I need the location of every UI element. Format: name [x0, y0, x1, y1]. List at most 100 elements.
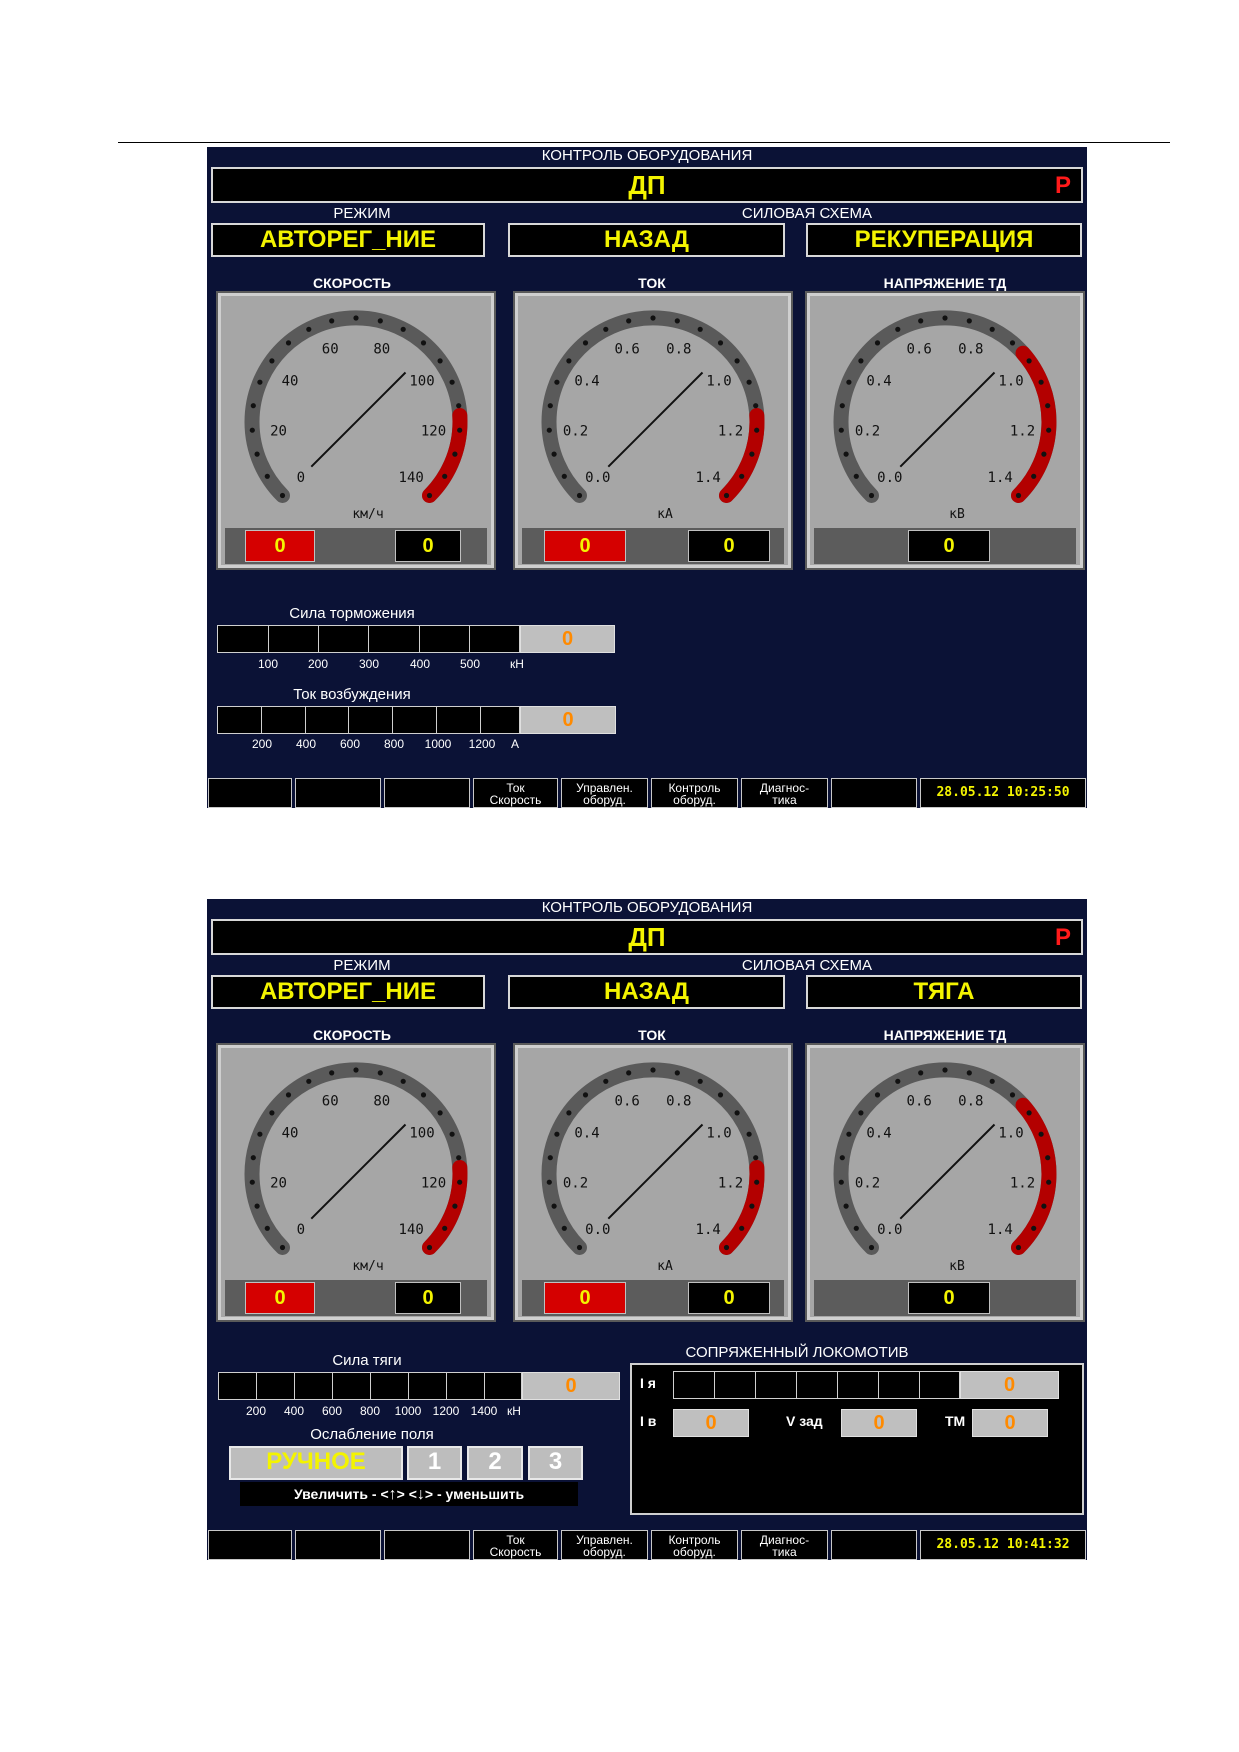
current-readout-set: 0: [688, 1282, 770, 1314]
scale-tick: 1000: [394, 1404, 422, 1418]
dial-tick: [257, 1131, 263, 1137]
clock: 28.05.12 10:41:32: [920, 1530, 1086, 1560]
current-dial: 0.0 0.2 0.4 0.6 0.8 1.0 1.2 1.4 кА: [541, 1062, 765, 1274]
equipment-control-button[interactable]: Управлен. оборуд.: [561, 1530, 648, 1560]
coupled-tm-label: ТМ: [945, 1413, 966, 1429]
voltage-dial: 0.0 0.2 0.4 0.6 0.8 1.0 1.2 1.4 кВ: [833, 1062, 1057, 1274]
dial-tick-label: 0.8: [666, 341, 691, 357]
dial-tick-label: 1.0: [706, 374, 731, 390]
dial-tick-label: 0.0: [585, 470, 610, 486]
dial-tick: [426, 492, 433, 499]
f8-button[interactable]: [831, 1530, 917, 1560]
scale-unit: кН: [507, 1404, 521, 1418]
meter-cell: [919, 1371, 960, 1399]
dial-tick: [753, 1155, 759, 1161]
dial-tick: [582, 1092, 589, 1098]
current-speed-button[interactable]: Ток Скорость: [473, 778, 558, 808]
speed-gauge-label: СКОРОСТЬ: [313, 275, 391, 291]
dial-tick-label: 0.6: [907, 1093, 932, 1109]
banner-flag: Р: [1054, 924, 1071, 951]
dial-tick: [306, 1078, 312, 1084]
dial-tick: [1038, 1131, 1044, 1137]
scale-tick: 800: [383, 737, 405, 751]
current-speed-button[interactable]: Ток Скорость: [473, 1530, 558, 1560]
field-mode-manual[interactable]: РУЧНОЕ: [229, 1446, 403, 1480]
f2-button[interactable]: [295, 778, 381, 808]
dial-tick: [1031, 473, 1037, 479]
equipment-control-button[interactable]: Управлен. оборуд.: [561, 778, 648, 808]
dial-tick: [989, 1078, 995, 1084]
field-step-3[interactable]: 3: [528, 1446, 583, 1480]
dial-needle: [607, 1123, 704, 1220]
dial-tick-label: 60: [322, 341, 339, 357]
dial-tick-label: 1.2: [718, 424, 743, 440]
voltage-gauge-label: НАПРЯЖЕНИЕ ТД: [883, 1027, 1007, 1043]
dial-tick-label: 1.0: [706, 1126, 731, 1142]
braking-force-label: Сила торможения: [289, 605, 415, 622]
dial-tick: [420, 340, 427, 346]
dial-tick: [306, 326, 312, 332]
dial-unit-label: кВ: [949, 1259, 965, 1274]
dial-tick-label: 40: [282, 1126, 299, 1142]
dial-tick-label: 1.4: [696, 1222, 721, 1238]
dial-tick-label: 0.2: [563, 424, 588, 440]
dial-tick: [551, 451, 557, 457]
meter-cell: [469, 625, 520, 653]
scale-tick: 200: [245, 1404, 267, 1418]
dial-tick-label: 0.0: [877, 1222, 902, 1238]
f8-button[interactable]: [831, 778, 917, 808]
dial-tick: [457, 1179, 463, 1185]
voltage-gauge-label: НАПРЯЖЕНИЕ ТД: [883, 275, 1007, 291]
voltage-readout-bar: 0: [814, 1280, 1076, 1316]
equipment-monitor-button[interactable]: Контроль оборуд.: [651, 1530, 738, 1560]
voltage-gauge: 0.0 0.2 0.4 0.6 0.8 1.0 1.2 1.4 кВ 0: [805, 1043, 1085, 1322]
meter-cell: [673, 1371, 714, 1399]
speed-readout-bar: 0 0: [225, 1280, 487, 1316]
meter-cell: [256, 1372, 294, 1400]
equipment-monitor-button[interactable]: Контроль оборуд.: [651, 778, 738, 808]
speed-gauge: 0 20 40 60 80 100 120 140 км/ч 0 0: [216, 291, 496, 570]
dial-tick-label: 0.2: [855, 424, 880, 440]
dial-tick-label: 0.8: [958, 1093, 983, 1109]
dial-tick: [1041, 1203, 1047, 1209]
current-gauge: 0.0 0.2 0.4 0.6 0.8 1.0 1.2 1.4 кА 0 0: [513, 291, 793, 570]
f3-button[interactable]: [384, 778, 470, 808]
dial-tick: [254, 1203, 260, 1209]
dial-tick: [250, 403, 256, 409]
meter-cell: [714, 1371, 755, 1399]
f2-button[interactable]: [295, 1530, 381, 1560]
mode-value: АВТОРЕГ_НИЕ: [211, 975, 485, 1009]
dial-tick: [838, 1179, 844, 1185]
traction-force-meter: 0: [218, 1372, 620, 1400]
diagnostics-button[interactable]: Диагнос- тика: [741, 1530, 828, 1560]
speed-dial: 0 20 40 60 80 100 120 140 км/ч: [244, 1062, 468, 1274]
dial-tick-label: 100: [409, 1126, 434, 1142]
coupled-ia-label: I я: [640, 1375, 656, 1391]
status-banner: ДП Р: [211, 919, 1083, 955]
dial-tick: [285, 340, 292, 346]
coupled-ia-value: 0: [960, 1371, 1059, 1399]
f1-button[interactable]: [208, 1530, 292, 1560]
dial-tick-label: 0.6: [615, 1093, 640, 1109]
dial-tick-label: 0.4: [866, 1126, 891, 1142]
clock: 28.05.12 10:25:50: [920, 778, 1086, 808]
meter-cell: [419, 625, 469, 653]
speed-gauge-label: СКОРОСТЬ: [313, 1027, 391, 1043]
dial-tick: [697, 1078, 703, 1084]
meter-cell: [436, 706, 480, 734]
screen-title: КОНТРОЛЬ ОБОРУДОВАНИЯ: [541, 147, 753, 164]
dial-tick: [582, 340, 589, 346]
dial-tick: [918, 318, 924, 324]
f3-button[interactable]: [384, 1530, 470, 1560]
dial-tick: [561, 473, 567, 479]
dial-tick: [285, 1092, 292, 1098]
meter-cell: [755, 1371, 796, 1399]
dial-tick: [566, 358, 572, 364]
meter-cell: [261, 706, 305, 734]
dial-tick-label: 100: [409, 374, 434, 390]
f1-button[interactable]: [208, 778, 292, 808]
hint-suffix: > - уменьшить: [424, 1486, 525, 1502]
field-step-1[interactable]: 1: [407, 1446, 462, 1480]
diagnostics-button[interactable]: Диагнос- тика: [741, 778, 828, 808]
field-step-2[interactable]: 2: [467, 1446, 523, 1480]
